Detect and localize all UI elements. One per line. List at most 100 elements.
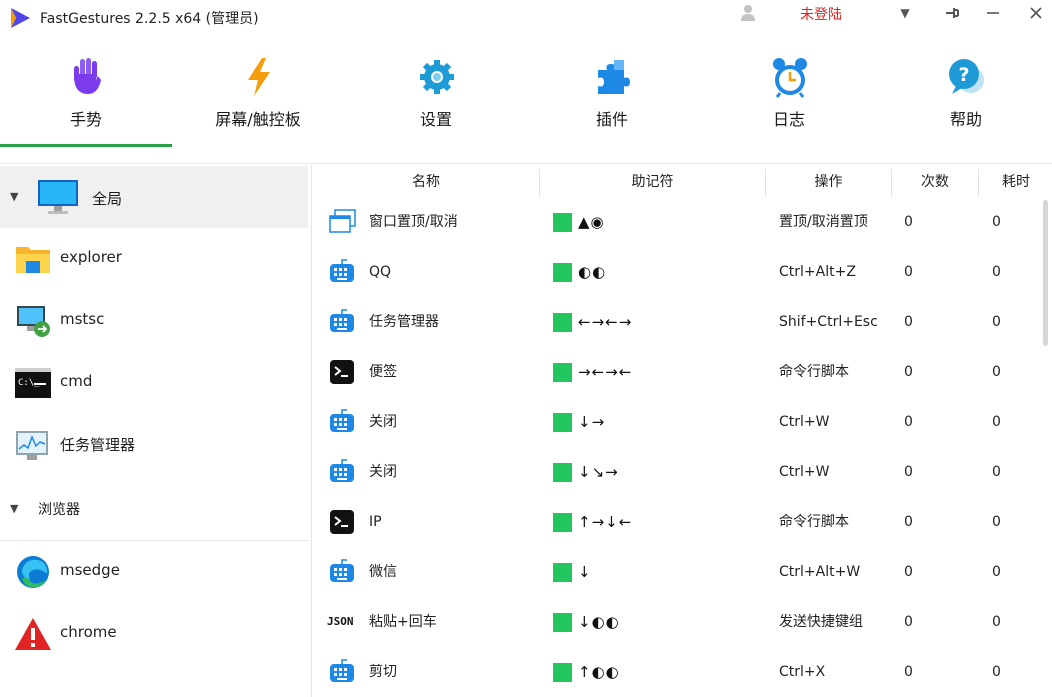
sidebar-item-explorer[interactable]: explorer bbox=[0, 228, 308, 290]
gesture-action: 命令行脚本 bbox=[779, 364, 849, 380]
edge-icon bbox=[17, 556, 49, 588]
login-status-link[interactable]: 未登陆 bbox=[800, 4, 842, 24]
main-toolbar: 手势 屏幕/触控板 设置 插件 日志 ? 帮助 bbox=[0, 48, 1052, 148]
gesture-symbols: ←→←→ bbox=[578, 313, 633, 331]
column-header-time[interactable]: 耗时 bbox=[979, 165, 1052, 199]
gesture-color-swatch bbox=[553, 562, 572, 582]
tab-label: 帮助 bbox=[949, 110, 982, 129]
table-row[interactable]: 窗口置顶/取消 ▲◉ 置顶/取消置顶 0 0 bbox=[313, 197, 1043, 247]
keyboard-icon bbox=[330, 659, 354, 682]
sidebar-item-chrome[interactable]: chrome bbox=[0, 603, 308, 665]
sidebar-group-label: 浏览器 bbox=[38, 502, 80, 518]
gesture-mnemonic: →←→← bbox=[553, 360, 632, 384]
table-row[interactable]: 剪切 ↑◐◐ Ctrl+X 0 0 bbox=[313, 647, 1043, 697]
table-row[interactable]: 关闭 ↓↘→ Ctrl+W 0 0 bbox=[313, 447, 1043, 497]
table-row[interactable]: 关闭 ↓→ Ctrl+W 0 0 bbox=[313, 397, 1043, 447]
column-header-count[interactable]: 次数 bbox=[892, 165, 978, 199]
gesture-time: 0 bbox=[992, 264, 1001, 280]
gesture-symbols: ↑◐◐ bbox=[578, 663, 620, 681]
gesture-action: Ctrl+Alt+W bbox=[779, 564, 861, 580]
help-bubble-icon: ? bbox=[949, 59, 984, 94]
tab-screen-touchpad[interactable]: 屏幕/触控板 bbox=[172, 48, 344, 148]
keyboard-icon bbox=[330, 409, 354, 432]
gesture-symbols: ↓ bbox=[578, 563, 592, 581]
gesture-symbols: ◐◐ bbox=[578, 263, 607, 281]
tab-label: 插件 bbox=[595, 110, 628, 129]
gesture-symbols: ▲◉ bbox=[578, 213, 605, 231]
task-manager-icon bbox=[16, 431, 48, 460]
sidebar-item-msedge[interactable]: msedge bbox=[0, 541, 308, 603]
gesture-mnemonic: ↑→↓← bbox=[553, 510, 632, 534]
sidebar-group-browsers[interactable]: ▼ 浏览器 bbox=[0, 478, 308, 540]
window-title: FastGestures 2.2.5 x64 (管理员) bbox=[40, 11, 259, 27]
folder-icon bbox=[16, 247, 50, 273]
gesture-count: 0 bbox=[904, 214, 913, 230]
sidebar-item-cmd[interactable]: C:\_ cmd bbox=[0, 352, 308, 414]
keyboard-icon bbox=[330, 309, 354, 332]
gesture-count: 0 bbox=[904, 614, 913, 630]
sidebar-item-label: cmd bbox=[60, 372, 93, 390]
gesture-symbols: →←→← bbox=[578, 363, 633, 381]
keyboard-icon bbox=[330, 459, 354, 482]
sidebar-group-global[interactable]: ▼ 全局 bbox=[0, 166, 308, 228]
gesture-count: 0 bbox=[904, 564, 913, 580]
user-icon[interactable] bbox=[740, 4, 756, 22]
column-header-action[interactable]: 操作 bbox=[766, 165, 891, 199]
table-row[interactable]: JSON 粘贴+回车 ↓◐◐ 发送快捷键组 0 0 bbox=[313, 597, 1043, 647]
table-row[interactable]: QQ ◐◐ Ctrl+Alt+Z 0 0 bbox=[313, 247, 1043, 297]
expand-arrow-icon[interactable]: ▼ bbox=[10, 190, 18, 203]
table-row[interactable]: 便签 →←→← 命令行脚本 0 0 bbox=[313, 347, 1043, 397]
sidebar-item-task-manager[interactable]: 任务管理器 bbox=[0, 414, 308, 476]
tab-label: 日志 bbox=[772, 110, 805, 129]
tab-help[interactable]: ? 帮助 bbox=[880, 48, 1052, 148]
gear-icon bbox=[420, 60, 454, 94]
column-header-gesture[interactable]: 助记符 bbox=[540, 165, 765, 199]
table-row[interactable]: 任务管理器 ←→←→ Shif+Ctrl+Esc 0 0 bbox=[313, 297, 1043, 347]
terminal-icon bbox=[330, 360, 354, 384]
gesture-table: 名称 助记符 操作 次数 耗时 窗口置顶/取消 ▲◉ 置顶/取消置顶 0 0 Q… bbox=[313, 165, 1052, 697]
lightning-icon bbox=[248, 58, 270, 96]
gesture-name: 关闭 bbox=[369, 414, 397, 430]
sidebar-item-mstsc[interactable]: mstsc bbox=[0, 290, 308, 352]
minimize-icon[interactable] bbox=[973, 0, 1013, 26]
app-logo-icon bbox=[11, 8, 30, 28]
json-icon: JSON bbox=[327, 615, 354, 628]
tab-plugins[interactable]: 插件 bbox=[526, 48, 698, 148]
gesture-time: 0 bbox=[992, 464, 1001, 480]
pin-icon[interactable] bbox=[932, 0, 972, 26]
gesture-mnemonic: ▲◉ bbox=[553, 210, 605, 234]
gesture-mnemonic: ↓→ bbox=[553, 410, 605, 434]
hand-icon bbox=[74, 58, 101, 94]
sidebar-item-label: mstsc bbox=[60, 310, 105, 328]
gesture-action: Ctrl+W bbox=[779, 414, 830, 430]
gesture-name: 任务管理器 bbox=[369, 314, 439, 330]
gesture-name: 窗口置顶/取消 bbox=[369, 214, 458, 230]
tab-label: 设置 bbox=[419, 110, 452, 129]
expand-arrow-icon[interactable]: ▼ bbox=[10, 502, 18, 515]
keyboard-icon bbox=[330, 259, 354, 282]
gesture-action: Shif+Ctrl+Esc bbox=[779, 314, 878, 330]
remote-desktop-icon bbox=[17, 306, 50, 337]
terminal-icon bbox=[330, 510, 354, 534]
close-icon[interactable] bbox=[1016, 0, 1052, 26]
tab-settings[interactable]: 设置 bbox=[350, 48, 522, 148]
svg-text:?: ? bbox=[958, 64, 969, 86]
gesture-mnemonic: ←→←→ bbox=[553, 310, 632, 334]
tab-logs[interactable]: 日志 bbox=[703, 48, 875, 148]
gesture-action: 发送快捷键组 bbox=[779, 614, 863, 630]
gesture-mnemonic: ↑◐◐ bbox=[553, 660, 620, 684]
table-header: 名称 助记符 操作 次数 耗时 bbox=[313, 165, 1052, 199]
table-scrollbar[interactable] bbox=[1043, 200, 1048, 346]
table-row[interactable]: 微信 ↓ Ctrl+Alt+W 0 0 bbox=[313, 547, 1043, 597]
table-row[interactable]: IP ↑→↓← 命令行脚本 0 0 bbox=[313, 497, 1043, 547]
gesture-time: 0 bbox=[992, 664, 1001, 680]
toolbar-divider bbox=[0, 163, 1052, 164]
tab-gestures[interactable]: 手势 bbox=[0, 48, 172, 148]
window-icon bbox=[329, 209, 356, 233]
caret-down-icon[interactable]: ▼ bbox=[885, 0, 925, 26]
column-header-name[interactable]: 名称 bbox=[313, 165, 539, 199]
gesture-name: 便签 bbox=[369, 364, 397, 380]
gesture-name: 关闭 bbox=[369, 464, 397, 480]
sidebar-group-label: 全局 bbox=[92, 190, 123, 208]
puzzle-icon bbox=[598, 60, 630, 94]
